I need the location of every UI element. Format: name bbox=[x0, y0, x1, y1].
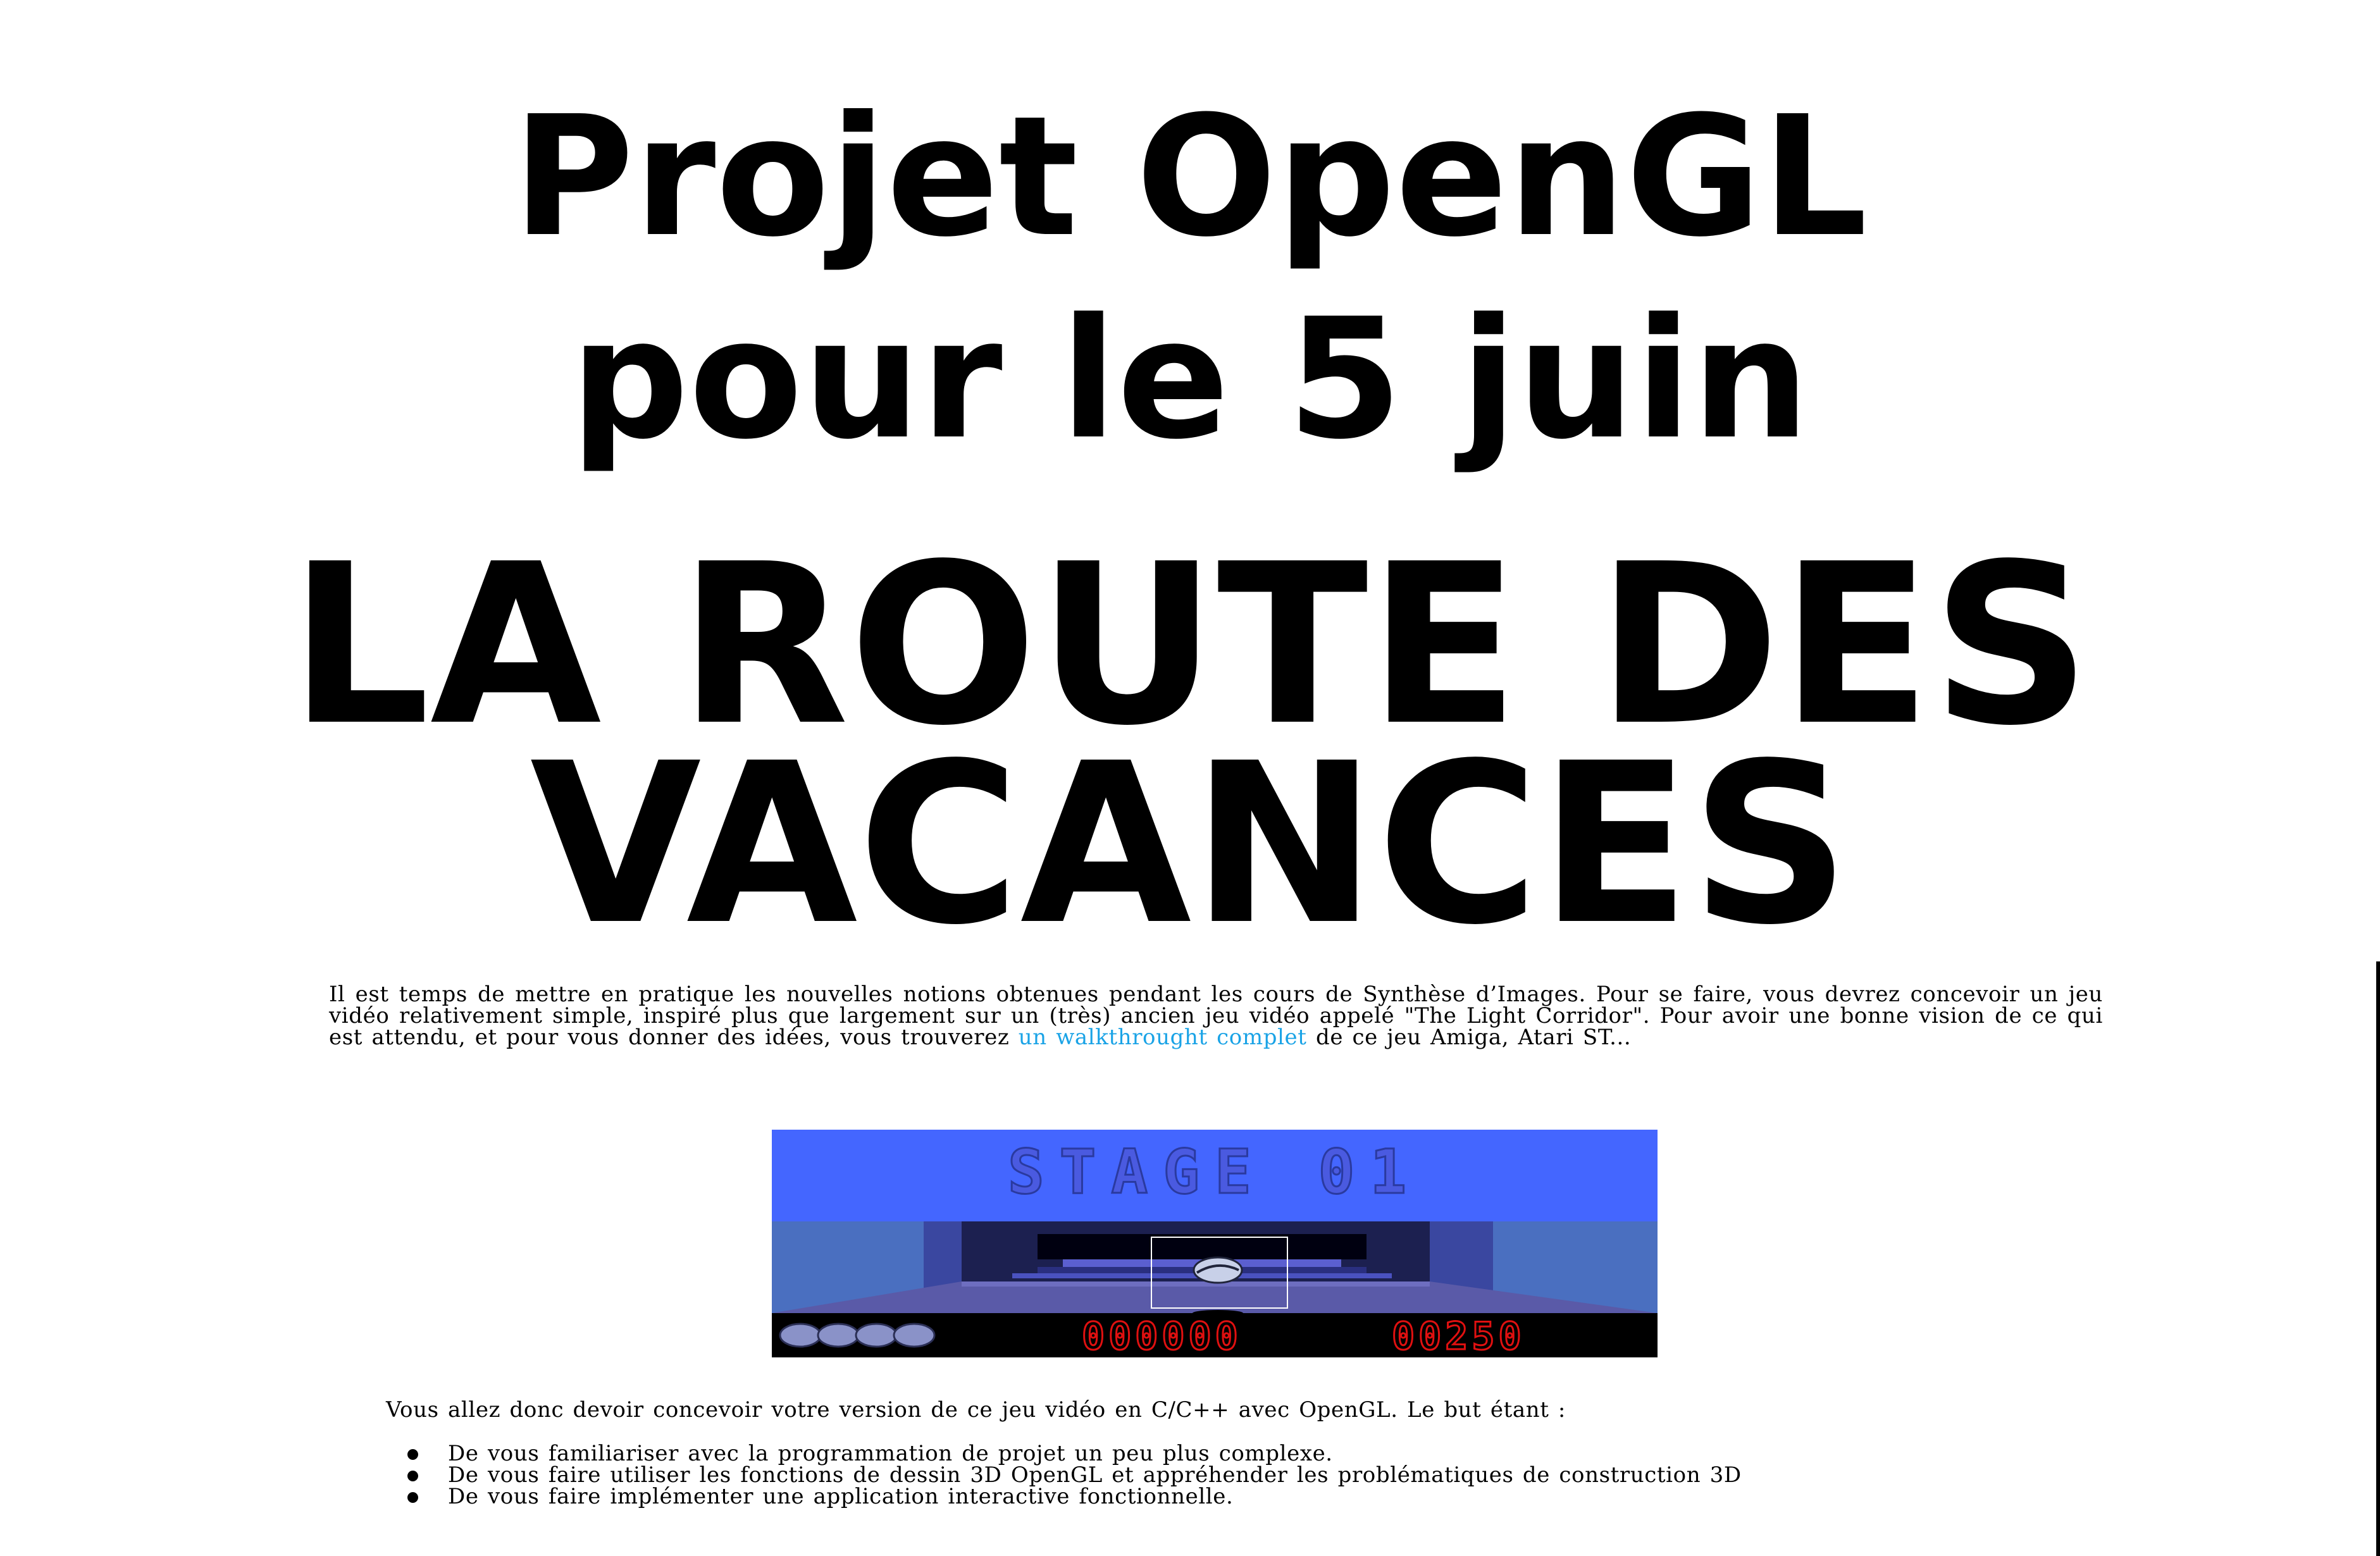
list-item: De vous faire implémenter une applicatio… bbox=[329, 1486, 2103, 1507]
scrollbar-edge[interactable] bbox=[2376, 961, 2380, 1556]
stage-label: STAGE 01 bbox=[1008, 1137, 1422, 1207]
game-screenshot: STAGE 01 000000 00250 bbox=[772, 1130, 1658, 1357]
intro-text-end: de ce jeu Amiga, Atari ST... bbox=[1306, 1025, 1632, 1050]
life-ball-4 bbox=[893, 1323, 936, 1348]
walkthrough-link[interactable]: un walkthrought complet bbox=[1019, 1025, 1307, 1050]
bullet-icon bbox=[407, 1449, 418, 1460]
goals-list: De vous familiariser avec la programmati… bbox=[329, 1443, 2103, 1507]
goals-intro-text: Vous allez donc devoir concevoir votre v… bbox=[386, 1397, 1566, 1423]
list-item: De vous faire utiliser les fonctions de … bbox=[329, 1464, 2103, 1486]
life-ball-3 bbox=[855, 1323, 898, 1348]
floor-edge bbox=[962, 1281, 1430, 1287]
life-ball-1 bbox=[779, 1323, 822, 1348]
life-ball-2 bbox=[817, 1323, 860, 1348]
game-screenshot-image: STAGE 01 000000 00250 bbox=[772, 1130, 1658, 1357]
project-deadline: pour le 5 juin bbox=[570, 283, 1810, 476]
intro-paragraph: Il est temps de mettre en pratique les n… bbox=[329, 984, 2103, 1048]
score-counter: 000000 bbox=[1082, 1314, 1242, 1357]
game-title-line-2: VACANCES bbox=[530, 715, 1850, 973]
goals-paragraph: Vous allez donc devoir concevoir votre v… bbox=[329, 1399, 2103, 1421]
bullet-icon bbox=[407, 1471, 418, 1481]
bonus-counter: 00250 bbox=[1392, 1314, 1525, 1357]
list-item-text: De vous faire implémenter une applicatio… bbox=[448, 1484, 1234, 1509]
list-item: De vous familiariser avec la programmati… bbox=[329, 1443, 2103, 1464]
document-page: Projet OpenGL pour le 5 juin LA ROUTE DE… bbox=[0, 0, 2380, 1556]
project-title: Projet OpenGL bbox=[512, 80, 1868, 273]
bullet-icon bbox=[407, 1492, 418, 1503]
